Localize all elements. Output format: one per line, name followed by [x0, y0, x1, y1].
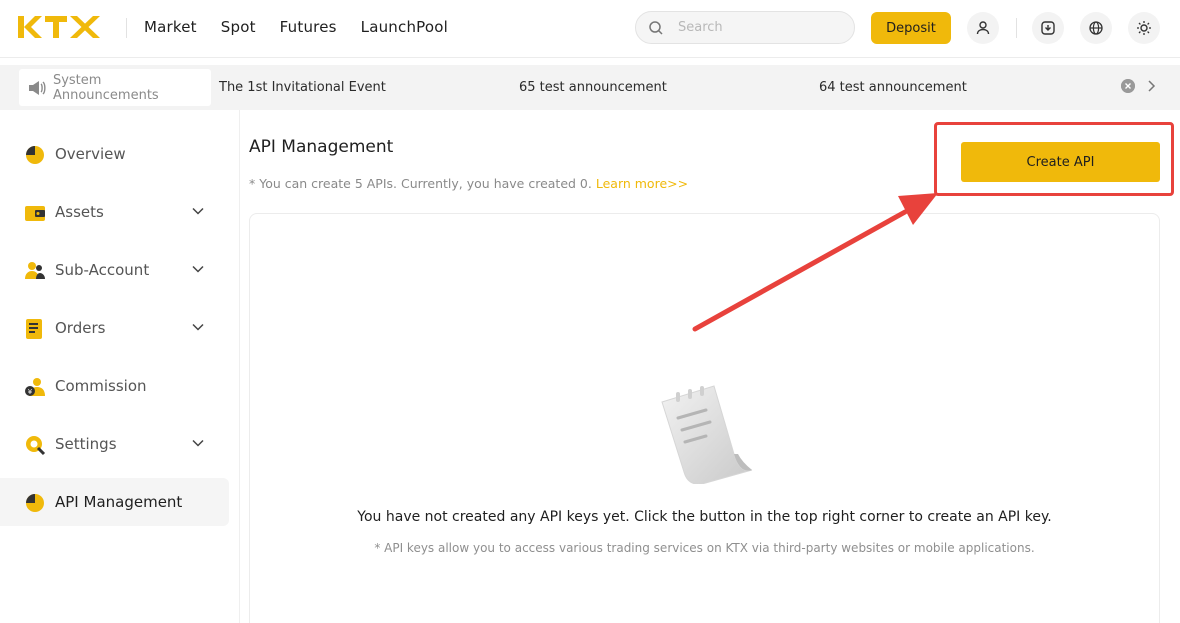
- chevron-down-icon: [192, 265, 204, 273]
- header-divider-right: [1016, 18, 1017, 38]
- commission-icon: ¥: [25, 378, 45, 396]
- sun-icon[interactable]: [1128, 12, 1160, 44]
- nav-market[interactable]: Market: [144, 18, 197, 36]
- sidebar-item-commission[interactable]: ¥ Commission: [0, 362, 229, 410]
- sidebar-item-label: Sub-Account: [55, 261, 150, 279]
- user-icon[interactable]: [967, 12, 999, 44]
- api-limit-text: * You can create 5 APIs. Currently, you …: [249, 176, 592, 191]
- announcement-bar: System Announcements The 1st Invitationa…: [0, 65, 1180, 110]
- search-input[interactable]: [678, 12, 848, 43]
- deposit-button[interactable]: Deposit: [871, 12, 951, 44]
- sidebar-item-settings[interactable]: Settings: [0, 420, 229, 468]
- empty-state-subtitle: * API keys allow you to access various t…: [374, 541, 1035, 555]
- announcement-label: System Announcements: [19, 69, 211, 106]
- speaker-icon: [28, 80, 46, 95]
- close-icon[interactable]: [1121, 79, 1135, 93]
- create-api-button[interactable]: Create API: [961, 142, 1160, 182]
- announcement-label-text: System Announcements: [52, 72, 159, 103]
- document-icon: [26, 319, 42, 339]
- page-title: API Management: [249, 137, 394, 157]
- globe-icon[interactable]: [1080, 12, 1112, 44]
- sidebar-item-orders[interactable]: Orders: [0, 304, 229, 352]
- svg-text:¥: ¥: [28, 388, 33, 396]
- announcement-item[interactable]: 65 test announcement: [519, 80, 667, 95]
- nav-launchpool[interactable]: LaunchPool: [361, 18, 448, 36]
- users-icon: [25, 262, 45, 279]
- api-limit-note: * You can create 5 APIs. Currently, you …: [249, 176, 688, 191]
- sidebar: Overview Assets Sub-Account Orders ¥ Com…: [0, 110, 240, 623]
- chevron-down-icon: [192, 207, 204, 215]
- header-divider: [126, 18, 127, 38]
- wallet-icon: [25, 206, 45, 221]
- sidebar-item-label: Orders: [55, 319, 106, 337]
- search-box: [635, 11, 855, 44]
- learn-more-link[interactable]: Learn more>>: [596, 176, 688, 191]
- sidebar-item-api-management[interactable]: API Management: [0, 478, 229, 526]
- chevron-down-icon: [192, 439, 204, 447]
- ktx-logo[interactable]: [18, 14, 100, 40]
- sidebar-item-label: Overview: [55, 145, 126, 163]
- chevron-right-icon[interactable]: [1145, 78, 1159, 94]
- download-icon[interactable]: [1032, 12, 1064, 44]
- main-nav: Market Spot Futures LaunchPool: [144, 18, 448, 36]
- nav-futures[interactable]: Futures: [280, 18, 337, 36]
- search-icon: [649, 21, 663, 35]
- settings-icon: [26, 436, 46, 456]
- sidebar-item-label: Settings: [55, 435, 117, 453]
- pie-chart-icon: [26, 146, 44, 164]
- top-header: Market Spot Futures LaunchPool Deposit: [0, 0, 1180, 58]
- announcement-item[interactable]: The 1st Invitational Event: [219, 80, 386, 95]
- empty-state-title: You have not created any API keys yet. C…: [357, 509, 1052, 525]
- sidebar-item-label: API Management: [55, 493, 183, 511]
- sidebar-item-label: Assets: [55, 203, 104, 221]
- sidebar-item-overview[interactable]: Overview: [0, 130, 229, 178]
- sidebar-item-label: Commission: [55, 377, 147, 395]
- sidebar-item-assets[interactable]: Assets: [0, 188, 229, 236]
- empty-document-icon: [661, 385, 753, 484]
- pie-chart-icon: [26, 494, 44, 512]
- sidebar-item-sub-account[interactable]: Sub-Account: [0, 246, 229, 294]
- chevron-down-icon: [192, 323, 204, 331]
- nav-spot[interactable]: Spot: [221, 18, 256, 36]
- announcement-item[interactable]: 64 test announcement: [819, 80, 967, 95]
